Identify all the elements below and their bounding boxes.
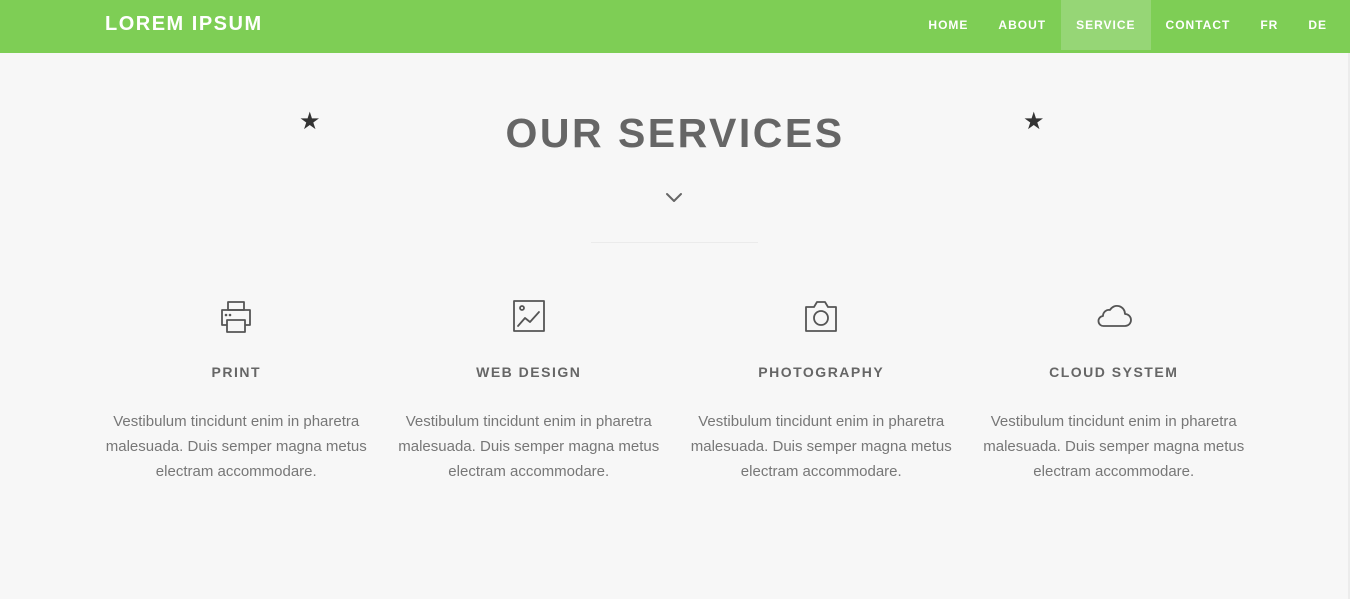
nav-lang-fr[interactable]: FR [1245,0,1293,50]
service-title: WEB DESIGN [476,364,582,380]
nav-service[interactable]: SERVICE [1061,0,1151,50]
brand-logo[interactable]: LOREM IPSUM [105,13,263,36]
service-title: PHOTOGRAPHY [758,364,885,380]
nav-about[interactable]: ABOUT [983,0,1061,50]
section-title: OUR SERVICES [505,110,845,156]
navbar: LOREM IPSUM HOME ABOUT SERVICE CONTACT F… [0,0,1350,53]
service-title: CLOUD SYSTEM [1049,364,1179,380]
star-icon: ★ [1023,108,1045,135]
service-item-photography: PHOTOGRAPHY Vestibulum tincidunt enim in… [675,296,968,484]
service-description: Vestibulum tincidunt enim in pharetra ma… [690,413,952,480]
section-divider [591,242,758,243]
printer-icon [221,301,252,333]
service-description: Vestibulum tincidunt enim in pharetra ma… [105,413,367,480]
service-description: Vestibulum tincidunt enim in pharetra ma… [983,413,1245,480]
chevron-down-icon[interactable] [665,190,683,204]
service-item-print: PRINT Vestibulum tincidunt enim in phare… [90,296,383,484]
service-title: PRINT [211,364,261,380]
service-item-cloud-system: CLOUD SYSTEM Vestibulum tincidunt enim i… [968,296,1261,484]
nav-contact[interactable]: CONTACT [1151,0,1246,50]
image-icon [512,300,545,332]
nav-lang-de[interactable]: DE [1293,0,1342,50]
cloud-icon [1097,304,1132,327]
service-description: Vestibulum tincidunt enim in pharetra ma… [398,413,660,480]
services-grid: PRINT Vestibulum tincidunt enim in phare… [90,296,1260,484]
nav-home[interactable]: HOME [913,0,983,50]
nav-menu: HOME ABOUT SERVICE CONTACT FR DE [913,0,1342,50]
service-item-web-design: WEB DESIGN Vestibulum tincidunt enim in … [383,296,676,484]
camera-icon [805,301,838,332]
